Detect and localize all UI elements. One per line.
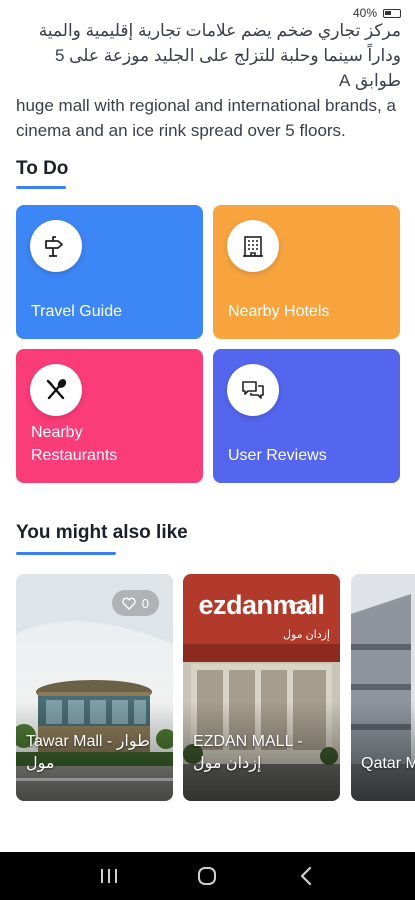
todo-section-title: To Do <box>16 158 69 179</box>
hotel-icon <box>227 220 279 272</box>
like-count: 0 <box>308 599 316 615</box>
nearby-hotels-tile[interactable]: Nearby Hotels <box>213 205 400 339</box>
heart-icon <box>289 601 303 614</box>
favorite-button[interactable]: 0 <box>279 594 326 620</box>
favorite-button[interactable]: 0 <box>111 590 159 616</box>
card-title: Tawar Mall - طوار مول <box>26 733 150 772</box>
recent-apps-icon <box>101 869 118 883</box>
like-count: 0 <box>141 595 149 611</box>
travel-guide-tile[interactable]: Travel Guide <box>16 205 203 339</box>
suggestion-card[interactable]: Qatar Mall <box>351 574 415 801</box>
battery-icon <box>383 8 401 18</box>
nearby-restaurants-label: Nearby Restaurants <box>31 424 118 464</box>
back-button[interactable] <box>286 856 326 896</box>
recent-apps-button[interactable] <box>89 856 129 896</box>
card-title: EZDAN MALL - إزدان مول <box>193 733 303 772</box>
nearby-restaurants-tile[interactable]: Nearby Restaurants <box>16 349 203 483</box>
suggestion-card[interactable]: 0 Tawar Mall - طوار مول <box>16 574 173 801</box>
home-button[interactable] <box>187 856 227 896</box>
ezdan-sign-arabic: إزدان مول <box>282 629 330 641</box>
todo-grid: Travel Guide Nearby Hotels Nearby Restau… <box>16 205 400 485</box>
suggestions-title-underline <box>16 552 116 555</box>
restaurant-icon <box>30 364 82 416</box>
system-nav-bar <box>0 852 415 900</box>
signpost-icon <box>30 220 82 272</box>
suggestions-carousel[interactable]: 0 Tawar Mall - طوار مول ezdanmall إزدان … <box>16 574 415 804</box>
home-icon <box>198 867 217 885</box>
todo-title-underline <box>16 186 66 189</box>
suggestions-section-title: You might also like <box>16 522 188 543</box>
heart-icon <box>122 597 136 610</box>
user-reviews-label: User Reviews <box>228 447 327 464</box>
description-english: huge mall with regional and internationa… <box>16 96 396 140</box>
nearby-hotels-label: Nearby Hotels <box>228 303 330 320</box>
place-description: مركز تجاري ضخم يضم علامات تجارية إقليمية… <box>16 18 401 143</box>
suggestion-card[interactable]: ezdanmall إزدان مول 0 EZDAN MALL - إزدان… <box>183 574 340 801</box>
back-icon <box>300 866 311 886</box>
user-reviews-tile[interactable]: User Reviews <box>213 349 400 483</box>
card-overlay <box>351 701 415 801</box>
travel-guide-label: Travel Guide <box>31 303 122 320</box>
chat-icon <box>227 364 279 416</box>
card-title: Qatar Mall <box>361 755 415 772</box>
description-arabic: مركز تجاري ضخم يضم علامات تجارية إقليمية… <box>38 21 401 90</box>
